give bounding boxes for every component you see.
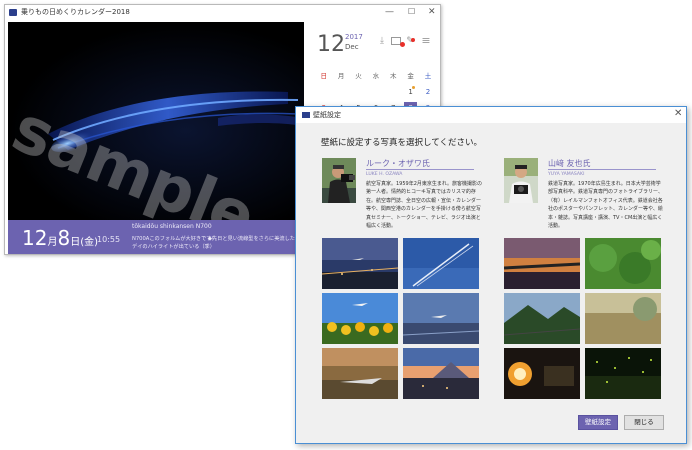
photo-description-line: N700Aこのフォルムが大好きです！ [132, 236, 217, 242]
photo-thumbnail-night-airport[interactable] [322, 238, 398, 289]
notification-dot [411, 38, 415, 42]
dialog-titlebar[interactable]: 壁紙設定 ✕ [296, 107, 686, 123]
set-wallpaper-button[interactable]: 壁紙設定 [578, 415, 618, 430]
weekday-header: 土 [424, 72, 432, 80]
author-portrait-ozawa [322, 158, 356, 203]
calendar-titlebar[interactable]: 乗りもの日めくりカレンダー2018 — ☐ ✕ [5, 5, 440, 20]
photo-description-line: デイのハイライトが出ている（季） [132, 244, 215, 250]
maximize-button[interactable]: ☐ [408, 6, 415, 18]
photo-thumbnail-sunset-runway[interactable] [322, 348, 398, 399]
weekday-header: 火 [355, 72, 362, 80]
photo-thumbnail-blue-twilight-plane[interactable] [403, 293, 479, 344]
photo-thumbnail-bridge-sunset[interactable] [504, 238, 580, 289]
close-dialog-button[interactable]: 閉じる [624, 415, 664, 430]
date-month-unit: 月 [47, 237, 58, 248]
photo-thumbnail-mountain-valley[interactable] [504, 293, 580, 344]
photo-thumbnail-autumn-field[interactable] [585, 293, 661, 344]
date-day-unit: 日 [70, 237, 81, 248]
wallpaper-settings-dialog: 壁紙設定 ✕ 壁紙に設定する写真を選択してください。 ルーク・オザワ氏 LUKE… [295, 106, 687, 444]
dialog-close-button[interactable]: ✕ [674, 108, 682, 119]
photo-thumbnail-mount-fuji-dusk[interactable] [403, 348, 479, 399]
calendar-day[interactable] [367, 84, 384, 100]
photo-thumbnail-contrail-sky[interactable] [403, 238, 479, 289]
current-date: 12月8日(金) [22, 226, 98, 250]
weekday-header: 月 [337, 72, 345, 80]
wallpaper-photo: sample [8, 22, 304, 220]
author-bio: 鉄道写真家。1970年広島生まれ。日本大学芸術学部写真科卒。鉄道写真専門のフォト… [548, 181, 663, 230]
name-underline [548, 169, 656, 170]
current-time: 10:55 [97, 235, 121, 244]
day-number: 12 [317, 32, 345, 57]
author-bio: 航空写真家。1959年2月東京生まれ。旅客機撮影の第一人者。情熱的ヒコーキ写真で… [366, 181, 482, 230]
weekday-header-row: 日 月 火 水 木 金 土 [315, 68, 437, 84]
close-button[interactable]: ✕ [428, 6, 436, 18]
calendar-day[interactable] [350, 84, 367, 100]
weekday-header: 金 [407, 72, 414, 80]
year-label: 2017 [345, 33, 363, 41]
download-icon[interactable]: ⤓ [377, 36, 387, 46]
calendar-week-row: 1 2 [315, 84, 437, 100]
author-name: ルーク・オザワ氏 [366, 159, 430, 168]
calendar-day-number: 1 [408, 88, 413, 96]
date-month: 12 [22, 226, 48, 250]
dialog-title: 壁紙設定 [313, 111, 341, 119]
author-name-roman: LUKE H. OZAWA [366, 172, 403, 177]
photo-caption: tōkaidōu shinkansen N700 [132, 223, 212, 230]
calendar-day[interactable] [315, 84, 332, 100]
calendar-day[interactable] [332, 84, 349, 100]
calendar-day[interactable]: 2 [419, 84, 436, 100]
calendar-day[interactable] [385, 84, 402, 100]
weekday-header: 木 [390, 72, 397, 80]
date-info-bar: 12月8日(金) 10:55 tōkaidōu shinkansen N700 … [8, 220, 311, 254]
name-underline [366, 169, 474, 170]
menu-icon[interactable]: ≡ [421, 35, 431, 46]
date-weekday: (金) [80, 237, 98, 248]
event-dot [411, 86, 415, 89]
photo-thumbnail-train-headlight-night[interactable] [504, 348, 580, 399]
weekday-header: 水 [372, 72, 380, 80]
calendar-day-with-mark[interactable]: 1 [402, 84, 419, 100]
minimize-button[interactable]: — [385, 6, 394, 18]
photo-thumbnail-green-forest[interactable] [585, 238, 661, 289]
photo-thumbnail-fireflies-night[interactable] [585, 348, 661, 399]
author-name: 山﨑 友也氏 [548, 159, 591, 168]
weekday-header: 日 [320, 72, 327, 80]
calendar-window-title: 乗りもの日めくりカレンダー2018 [21, 8, 130, 16]
app-icon [302, 112, 310, 118]
month-label: Dec [345, 43, 359, 51]
photo-thumbnail-sunflowers-plane[interactable] [322, 293, 398, 344]
author-name-roman: YUYA YAMASAKI [548, 172, 585, 177]
date-day: 8 [57, 226, 71, 250]
dialog-heading: 壁紙に設定する写真を選択してください。 [321, 138, 482, 148]
author-portrait-yamasaki [504, 158, 538, 203]
app-icon [9, 9, 17, 16]
